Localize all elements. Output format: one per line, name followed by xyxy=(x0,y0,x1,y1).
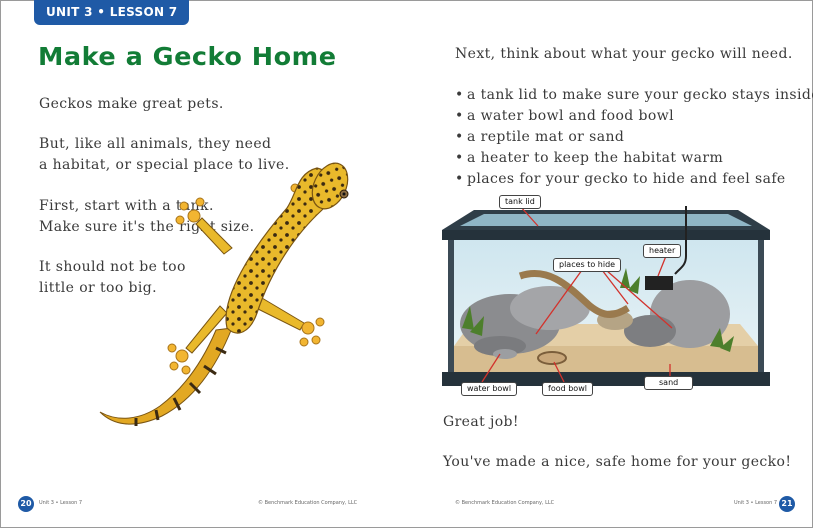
right-footer-unit: Unit 3 • Lesson 7 xyxy=(734,500,778,506)
list-item: • a reptile mat or sand xyxy=(455,127,813,148)
list-item-text: a reptile mat or sand xyxy=(467,129,625,145)
page-title: Make a Gecko Home xyxy=(38,42,337,71)
water-bowl-label: water bowl xyxy=(461,382,518,396)
closing-line-1-text: Great job! xyxy=(443,414,519,430)
right-footer-copyright: © Benchmark Education Company, LLC xyxy=(455,500,555,506)
bullet-icon: • xyxy=(455,150,464,166)
right-page-number: 21 xyxy=(779,496,795,512)
bullet-icon: • xyxy=(455,129,464,145)
left-footer-unit: Unit 3 • Lesson 7 xyxy=(39,500,83,506)
left-page-number: 20 xyxy=(18,496,34,512)
places-to-hide-label: places to hide xyxy=(553,258,622,272)
gecko-illustration xyxy=(99,162,349,426)
terrarium-illustration xyxy=(442,205,770,386)
needs-list: • a tank lid to make sure your gecko stay… xyxy=(455,85,813,190)
needs-intro-text: Next, think about what your gecko will n… xyxy=(455,46,793,62)
paragraph-1: Geckos make great pets. xyxy=(39,94,224,115)
food-bowl-label: food bowl xyxy=(542,382,593,396)
closing-line-2-text: You've made a nice, safe home for your g… xyxy=(443,454,792,470)
closing-line-2: You've made a nice, safe home for your g… xyxy=(443,452,791,473)
heater-label: heater xyxy=(643,244,682,258)
list-item-text: a water bowl and food bowl xyxy=(467,108,674,124)
list-item: • a heater to keep the habitat warm xyxy=(455,148,813,169)
paragraph-1-text: Geckos make great pets. xyxy=(39,96,224,112)
left-footer-copyright: © Benchmark Education Company, LLC xyxy=(258,500,358,506)
needs-intro: Next, think about what your gecko will n… xyxy=(455,44,793,65)
list-item: • places for your gecko to hide and feel … xyxy=(455,169,813,190)
list-item-text: places for your gecko to hide and feel s… xyxy=(467,171,786,187)
sand-label: sand xyxy=(644,376,694,390)
bullet-icon: • xyxy=(455,171,464,187)
list-item: • a tank lid to make sure your gecko stay… xyxy=(455,85,813,106)
list-item: • a water bowl and food bowl xyxy=(455,106,813,127)
unit-lesson-tab: UNIT 3 • LESSON 7 xyxy=(34,0,190,25)
bullet-icon: • xyxy=(455,108,464,124)
tank-lid-label: tank lid xyxy=(499,195,541,209)
list-item-text: a heater to keep the habitat warm xyxy=(467,150,724,166)
list-item-text: a tank lid to make sure your gecko stays… xyxy=(467,87,813,103)
closing-line-1: Great job! xyxy=(443,412,519,433)
bullet-icon: • xyxy=(455,87,464,103)
